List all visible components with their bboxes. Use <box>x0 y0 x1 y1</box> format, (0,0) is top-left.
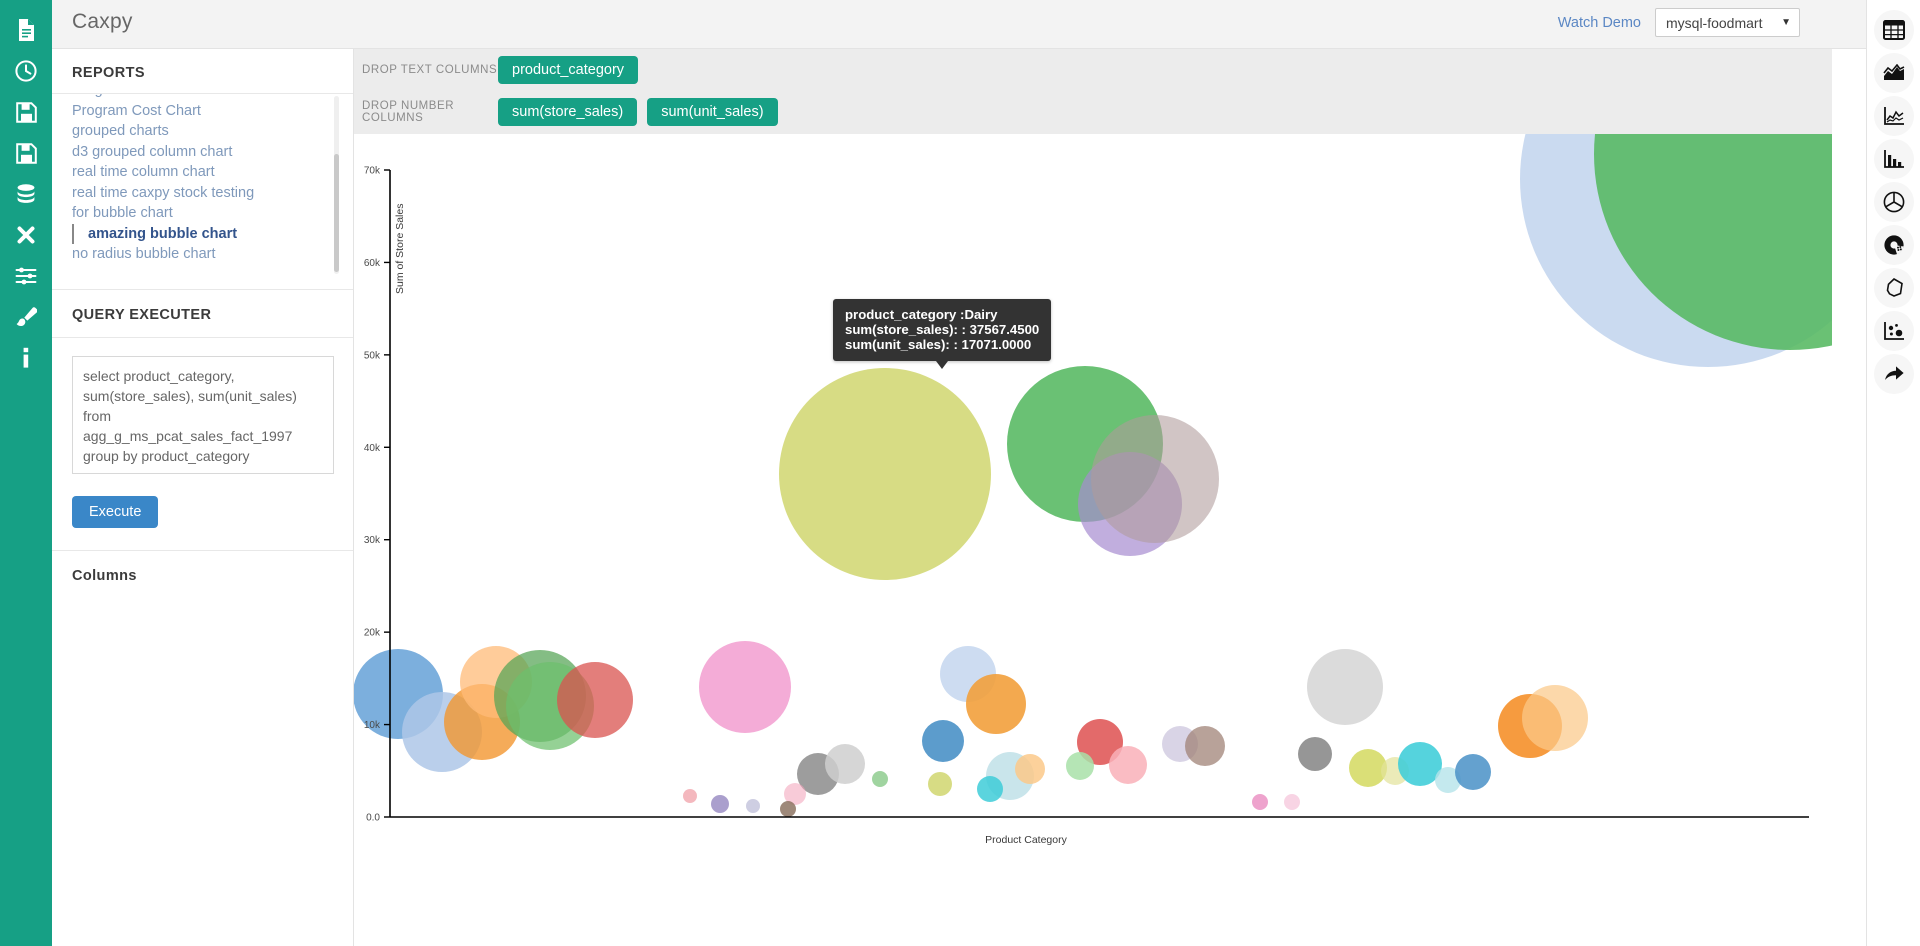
bubble-point[interactable] <box>1298 737 1332 771</box>
bubble-point[interactable] <box>780 801 796 817</box>
bubble-point[interactable] <box>1284 794 1300 810</box>
bubble-point[interactable] <box>825 744 865 784</box>
report-list-item[interactable]: real time caxpy stock testing <box>72 183 353 204</box>
report-list-item[interactable]: d3 grouped column chart <box>72 142 353 163</box>
y-axis-tick-label: 60k <box>364 258 381 269</box>
bubble-point[interactable] <box>1185 726 1225 766</box>
report-list-item[interactable]: no radius bubble chart <box>72 244 353 265</box>
y-axis-tick-label: 70k <box>364 166 381 177</box>
close-icon[interactable] <box>0 215 52 255</box>
query-executer-title: QUERY EXECUTER <box>52 289 353 338</box>
column-pill[interactable]: sum(unit_sales) <box>647 98 778 126</box>
bubble-point[interactable] <box>1307 649 1383 725</box>
y-axis-tick-label: 10k <box>364 720 381 731</box>
bubble-point[interactable] <box>746 799 760 813</box>
brush-icon[interactable] <box>0 297 52 337</box>
pie-chart-icon[interactable] <box>1873 182 1914 222</box>
reports-scroll-content: Program Cost ChartProgram Cost Chartgrou… <box>72 94 353 265</box>
column-pill[interactable]: sum(store_sales) <box>498 98 638 126</box>
area-chart-icon[interactable] <box>1873 53 1914 93</box>
tooltip-line-unit-sales: sum(unit_sales): : 17071.0000 <box>845 337 1032 352</box>
bubble-point[interactable] <box>928 772 952 796</box>
x-axis-title: Product Category <box>985 834 1067 846</box>
radar-chart-icon[interactable] <box>1873 268 1914 308</box>
y-axis-tick-label: 0.0 <box>366 813 380 824</box>
table-icon[interactable] <box>1873 10 1914 50</box>
bubble-point[interactable] <box>1015 754 1045 784</box>
save-as-icon[interactable] <box>0 133 52 173</box>
watch-demo-link[interactable]: Watch Demo <box>1558 15 1641 31</box>
line-chart-icon[interactable] <box>1873 96 1914 136</box>
bubble-point[interactable] <box>922 720 964 762</box>
bubble-point[interactable] <box>977 776 1003 802</box>
y-axis-tick-label: 40k <box>364 443 381 454</box>
tooltip-line-category: product_category :Dairy <box>845 307 998 322</box>
bubble-chart-icon[interactable] <box>1873 311 1914 351</box>
drop-number-columns-row[interactable]: DROP NUMBER COLUMNS sum(store_sales) sum(… <box>354 91 1832 133</box>
bubble-point[interactable] <box>699 641 791 733</box>
header-actions: Watch Demo mysql-foodmart ▼ <box>1558 8 1800 37</box>
bubble-point[interactable] <box>1522 685 1588 751</box>
clock-icon[interactable] <box>0 51 52 91</box>
tooltip-line-store-sales: sum(store_sales): : 37567.4500 <box>845 322 1040 337</box>
bubble-point[interactable] <box>779 368 991 580</box>
bubble-point[interactable] <box>557 662 633 738</box>
columns-section-title: Columns <box>52 550 353 600</box>
datasource-select[interactable]: mysql-foodmart <box>1655 8 1800 37</box>
report-list-item[interactable]: amazing bubble chart <box>72 223 353 244</box>
datasource-select-wrapper: mysql-foodmart ▼ <box>1655 8 1800 37</box>
reports-scrollbar-thumb[interactable] <box>334 154 339 272</box>
bubble-point[interactable] <box>1455 754 1491 790</box>
app-root: Caxpy Watch Demo mysql-foodmart ▼ REPORT… <box>0 0 1920 946</box>
left-icon-rail <box>0 0 52 946</box>
y-axis-tick-label: 50k <box>364 350 381 361</box>
file-icon[interactable] <box>0 10 52 50</box>
bubble-point[interactable] <box>1091 415 1219 543</box>
report-list-item[interactable]: Program Cost Chart <box>72 101 353 122</box>
drop-number-columns-label: DROP NUMBER COLUMNS <box>362 100 455 124</box>
report-list-item[interactable]: real time column chart <box>72 162 353 183</box>
bubble-group <box>354 134 1832 817</box>
bubble-point[interactable] <box>872 771 888 787</box>
bubble-point[interactable] <box>1349 749 1387 787</box>
y-axis-tick-label: 20k <box>364 628 381 639</box>
donut-chart-icon[interactable] <box>1873 225 1914 265</box>
reports-list[interactable]: Program Cost ChartProgram Cost Chartgrou… <box>52 94 353 289</box>
app-header: Caxpy Watch Demo mysql-foodmart ▼ <box>52 0 1920 49</box>
bubble-point[interactable] <box>966 674 1026 734</box>
bubble-point[interactable] <box>1252 794 1268 810</box>
sliders-icon[interactable] <box>0 256 52 296</box>
column-pill[interactable]: product_category <box>498 56 639 84</box>
y-axis-title: Sum of Store Sales <box>394 204 406 294</box>
report-list-item[interactable]: for bubble chart <box>72 203 353 224</box>
bar-chart-icon[interactable] <box>1873 139 1914 179</box>
report-list-item[interactable]: grouped charts <box>72 121 353 142</box>
database-icon[interactable] <box>0 174 52 214</box>
dropzone-bar: DROP TEXT COLUMNS product_category DROP … <box>354 49 1832 134</box>
reports-section-title: REPORTS <box>52 49 353 94</box>
bubble-chart-svg: 0.0 10k 20k 30k 40k 50k 60k 70k Sum of Store Sal… <box>354 134 1832 846</box>
left-panel: REPORTS Program Cost ChartProgram Cost C… <box>52 49 354 946</box>
query-input[interactable] <box>72 356 334 474</box>
bubble-point[interactable] <box>1066 752 1094 780</box>
save-icon[interactable] <box>0 92 52 132</box>
query-executer-body: Execute <box>52 338 353 550</box>
query-executer-spacer <box>72 528 333 550</box>
number-pill-container: sum(store_sales) sum(unit_sales) <box>498 98 788 126</box>
bubble-point[interactable] <box>683 789 697 803</box>
app-title: Caxpy <box>72 10 133 33</box>
drop-text-columns-label: DROP TEXT COLUMNS <box>362 64 498 76</box>
drop-text-columns-row[interactable]: DROP TEXT COLUMNS product_category <box>354 49 1832 91</box>
bubble-point[interactable] <box>1109 746 1147 784</box>
y-axis-tick-label: 30k <box>364 535 381 546</box>
share-icon[interactable] <box>1873 354 1914 394</box>
text-pill-container: product_category <box>498 56 648 84</box>
execute-button[interactable]: Execute <box>72 496 159 528</box>
chart-type-rail <box>1866 0 1920 946</box>
bubble-point[interactable] <box>711 795 729 813</box>
bubble-chart-area[interactable]: 0.0 10k 20k 30k 40k 50k 60k 70k Sum of Store Sal… <box>354 134 1832 900</box>
info-icon[interactable] <box>0 338 52 378</box>
bubble-tooltip: product_category :Dairy sum(store_sales)… <box>833 299 1052 369</box>
